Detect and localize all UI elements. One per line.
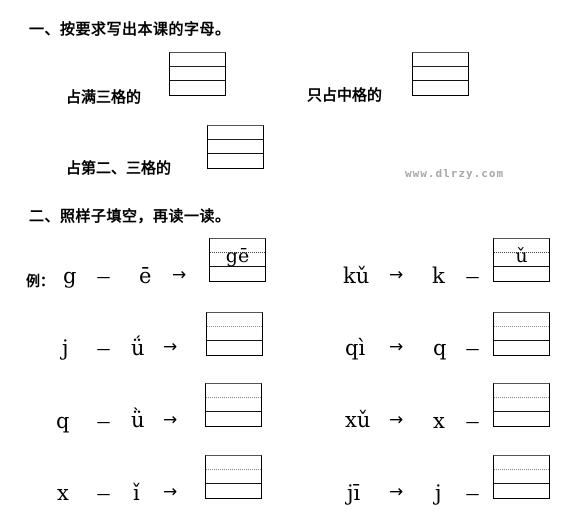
section-2-title: 二、照样子填空，再读一读。 (29, 207, 231, 225)
grid-line (413, 80, 468, 81)
second-third-grid-label: 占第二、三格的 (66, 159, 172, 177)
grid-line (494, 469, 549, 470)
dash: － (95, 269, 112, 289)
initial: q (433, 336, 447, 360)
grid-line (207, 340, 262, 341)
answer-grid[interactable] (493, 312, 550, 356)
arrow-icon: → (389, 410, 404, 430)
arrow-icon: → (172, 265, 187, 285)
dash: － (464, 269, 481, 289)
middle-grid-label: 只占中格的 (307, 86, 383, 104)
answer-grid[interactable] (205, 455, 262, 499)
syllable: jī (347, 481, 361, 505)
arrow-icon: → (389, 337, 404, 357)
grid-line (413, 66, 468, 67)
arrow-icon: → (163, 410, 178, 430)
grid-line (206, 411, 261, 412)
grid-line (208, 139, 263, 140)
dash: － (464, 414, 481, 434)
syllable: qì (345, 336, 366, 360)
answer-grid[interactable] (206, 312, 263, 356)
answer-grid[interactable] (493, 455, 550, 499)
answer-grid[interactable] (205, 383, 262, 427)
grid-line (206, 469, 261, 470)
grid-line (208, 153, 263, 154)
watermark: www.dlrzy.com (405, 167, 505, 180)
initial: j (62, 336, 69, 360)
initial: x (57, 481, 69, 505)
dash: － (95, 486, 112, 506)
answer-grid[interactable]: gē (209, 238, 266, 282)
dash: － (464, 486, 481, 506)
arrow-icon: → (389, 482, 404, 502)
grid-line (207, 326, 262, 327)
initial: g (63, 264, 77, 288)
initial: j (435, 481, 442, 505)
grid-line (170, 66, 225, 67)
initial: x (433, 409, 445, 433)
grid-line (494, 340, 549, 341)
answer-text: gē (225, 245, 250, 267)
arrow-icon: → (163, 337, 178, 357)
dash: － (95, 341, 112, 361)
answer-grid[interactable] (493, 383, 550, 427)
grid-line (494, 326, 549, 327)
syllable: xǔ (345, 408, 371, 432)
final: ǜ (131, 408, 145, 432)
writing-grid-full[interactable] (169, 52, 226, 96)
grid-line (494, 411, 549, 412)
final: ǐ (133, 481, 140, 505)
grid-line (206, 397, 261, 398)
grid-line (494, 397, 549, 398)
grid-line (206, 483, 261, 484)
grid-line (170, 80, 225, 81)
writing-grid-second-third[interactable] (207, 125, 264, 169)
dash: － (95, 414, 112, 434)
syllable: kǔ (343, 264, 370, 288)
grid-line (494, 483, 549, 484)
answer-text: ǔ (515, 245, 528, 267)
final: ǘ (131, 336, 145, 360)
initial: q (56, 409, 70, 433)
arrow-icon: → (163, 482, 178, 502)
answer-grid[interactable]: ǔ (493, 238, 550, 282)
writing-grid-middle[interactable] (412, 52, 469, 96)
example-prefix: 例： (26, 274, 54, 290)
final: ē (139, 264, 152, 288)
full-three-grid-label: 占满三格的 (66, 88, 142, 106)
section-1-title: 一、按要求写出本课的字母。 (29, 20, 231, 38)
dash: － (464, 341, 481, 361)
arrow-icon: → (389, 265, 404, 285)
initial: k (432, 264, 445, 288)
